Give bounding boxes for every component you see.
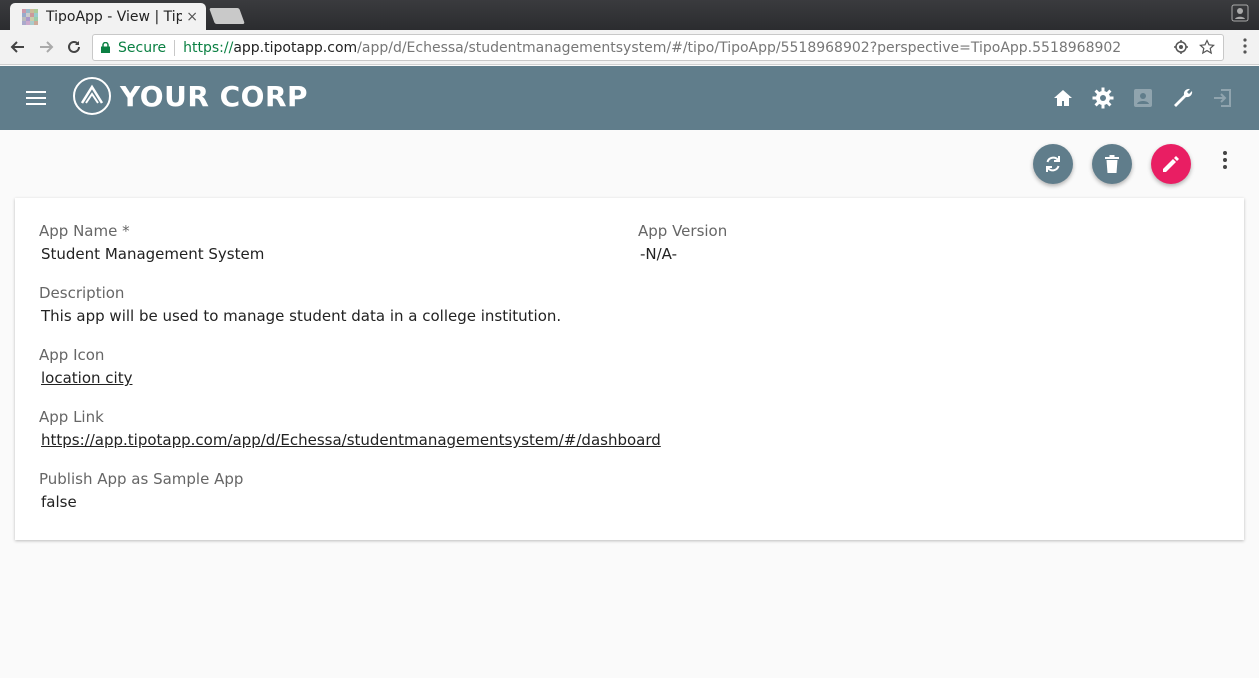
profile-icon[interactable]	[1231, 4, 1249, 22]
account-box-icon[interactable]	[1131, 86, 1155, 110]
menu-icon[interactable]	[26, 90, 46, 106]
lock-icon	[101, 42, 110, 53]
omnibox-divider	[174, 39, 176, 56]
pencil-icon	[1163, 156, 1179, 172]
app-header: YOUR CORP	[0, 66, 1259, 130]
app-link-label: App Link	[39, 408, 104, 426]
home-icon[interactable]	[1051, 86, 1075, 110]
delete-button[interactable]	[1092, 144, 1132, 184]
address-bar[interactable]: Secure https:// app.tipotapp.com /app/d/…	[92, 34, 1224, 61]
forward-icon[interactable]	[32, 33, 60, 61]
new-tab-button[interactable]	[209, 8, 245, 24]
app-name-label: App Name *	[39, 222, 130, 240]
refresh-icon	[1046, 156, 1060, 172]
app-icon-label: App Icon	[39, 346, 105, 364]
app-link-value[interactable]: https://app.tipotapp.com/app/d/Echessa/s…	[41, 431, 661, 449]
app-version-field: App Version -N/A-	[638, 222, 727, 263]
app-icon-value[interactable]: location city	[41, 369, 132, 387]
settings-icon[interactable]	[1091, 86, 1115, 110]
reload-icon[interactable]	[60, 33, 88, 61]
secure-label: Secure	[118, 39, 167, 56]
app-name-field: App Name * Student Management System	[39, 222, 264, 263]
description-label: Description	[39, 284, 125, 302]
brand-mark-icon	[73, 77, 111, 115]
publish-sample-label: Publish App as Sample App	[39, 470, 244, 488]
tab-title: TipoApp - View | Tip	[46, 8, 183, 25]
browser-toolbar: Secure https:// app.tipotapp.com /app/d/…	[0, 30, 1259, 65]
browser-menu-icon[interactable]	[1243, 38, 1247, 54]
publish-sample-value: false	[41, 493, 77, 511]
publish-sample-field: Publish App as Sample App false	[39, 470, 243, 511]
edit-button[interactable]	[1151, 144, 1191, 184]
bookmark-star-icon[interactable]	[1199, 39, 1215, 55]
browser-tab[interactable]: TipoApp - View | Tip ×	[10, 3, 206, 30]
more-options-icon[interactable]	[1215, 148, 1235, 172]
back-icon[interactable]	[4, 33, 32, 61]
build-icon[interactable]	[1171, 86, 1195, 110]
brand-name: YOUR CORP	[120, 79, 309, 113]
description-field: Description This app will be used to man…	[39, 284, 561, 325]
description-value: This app will be used to manage student …	[41, 307, 562, 325]
app-version-value: -N/A-	[640, 245, 678, 263]
app-name-value: Student Management System	[41, 245, 265, 263]
brand-logo[interactable]: YOUR CORP	[72, 76, 308, 116]
browser-tabstrip: TipoApp - View | Tip ×	[0, 0, 1259, 30]
exit-icon[interactable]	[1211, 86, 1235, 110]
refresh-button[interactable]	[1033, 144, 1073, 184]
tipo-favicon-icon	[22, 8, 38, 25]
tab-close-icon[interactable]: ×	[186, 9, 198, 25]
record-card: App Name * Student Management System App…	[15, 198, 1244, 540]
url-protocol: https://	[183, 39, 234, 56]
url-host: app.tipotapp.com	[233, 39, 358, 56]
location-target-icon[interactable]	[1173, 39, 1189, 55]
app-icon-field: App Icon location city	[39, 346, 132, 387]
app-version-label: App Version	[638, 222, 728, 240]
url-path: /app/d/Echessa/studentmanagementsystem/#…	[357, 39, 1122, 56]
secure-indicator[interactable]: Secure	[101, 40, 166, 56]
app-link-field: App Link https://app.tipotapp.com/app/d/…	[39, 408, 661, 449]
trash-icon	[1105, 155, 1119, 173]
